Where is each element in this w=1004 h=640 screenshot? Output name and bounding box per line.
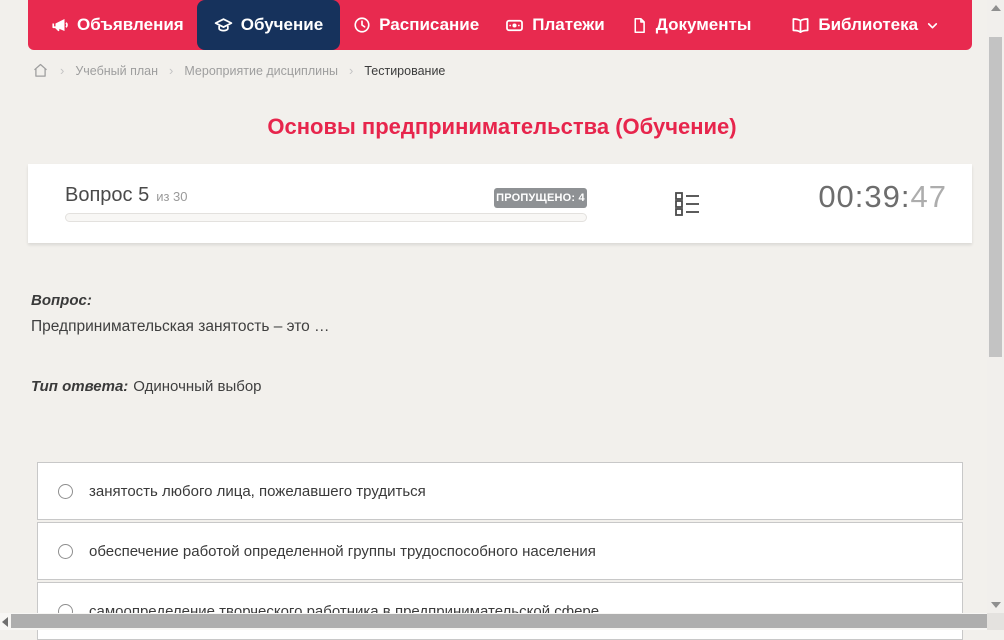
chevron-down-icon (926, 19, 939, 32)
timer: 00:39:47 (818, 179, 947, 215)
breadcrumb-testing: Тестирование (364, 63, 446, 78)
question-header-card: Вопрос 5 из 30 ПРОПУЩЕНО: 4 00:39:47 (28, 164, 972, 243)
document-icon (631, 17, 648, 34)
breadcrumb-discipline-event[interactable]: Мероприятие дисциплины (184, 64, 338, 78)
nav-item-label: Обучение (240, 15, 324, 34)
answer-option-label: обеспечение работой определенной группы … (89, 542, 596, 560)
banknote-icon (505, 16, 524, 35)
answer-option-3[interactable]: самоопределение творческого работника в … (37, 582, 963, 640)
scroll-up-arrow-icon[interactable] (991, 5, 1001, 11)
nav-item-schedule[interactable]: Расписание (340, 0, 492, 50)
nav-item-payments[interactable]: Платежи (492, 0, 618, 50)
horizontal-scrollbar-thumb[interactable] (11, 614, 987, 628)
book-icon (791, 16, 810, 35)
question-text: Предпринимательская занятость – это … (31, 318, 330, 335)
answer-option-label: занятость любого лица, пожелавшего труди… (89, 482, 426, 500)
question-number-label: Вопрос 5 (65, 184, 150, 206)
nav-item-label: Библиотека (818, 15, 919, 34)
scrollbar-corner (987, 613, 1004, 630)
main-nav: Объявления Обучение Расписание Платежи Д… (28, 0, 972, 50)
answer-option-2[interactable]: обеспечение работой определенной группы … (37, 522, 963, 580)
answer-type-row: Тип ответа: Одиночный выбор (31, 378, 262, 395)
nav-item-label: Расписание (379, 15, 480, 34)
radio-icon[interactable] (58, 543, 73, 559)
timer-seconds: 47 (910, 179, 947, 214)
nav-item-documents[interactable]: Документы (618, 0, 765, 50)
nav-item-label: Документы (655, 15, 752, 34)
nav-item-label: Платежи (532, 15, 605, 34)
breadcrumb-curriculum[interactable]: Учебный план (75, 64, 158, 78)
answer-type-value: Одиночный выбор (133, 378, 262, 395)
answer-type-label: Тип ответа: (31, 378, 129, 395)
scroll-down-arrow-icon[interactable] (991, 602, 1001, 608)
home-icon[interactable] (32, 62, 49, 79)
radio-icon[interactable] (58, 483, 73, 499)
timer-main: 00:39: (818, 179, 911, 214)
breadcrumb-separator-icon: › (169, 63, 174, 78)
megaphone-icon (51, 16, 69, 34)
question-progress-bar (65, 213, 587, 222)
skipped-badge: ПРОПУЩЕНО: 4 (494, 188, 587, 208)
clock-icon (353, 16, 371, 34)
graduation-cap-icon (214, 16, 233, 35)
nav-item-learning[interactable]: Обучение (196, 0, 341, 50)
breadcrumb: › Учебный план › Мероприятие дисциплины … (32, 62, 445, 79)
page-title: Основы предпринимательства (Обучение) (267, 114, 737, 139)
question-heading: Вопрос: (31, 292, 92, 309)
nav-item-label: Объявления (77, 15, 184, 34)
nav-item-library[interactable]: Библиотека (778, 0, 952, 50)
scroll-left-arrow-icon[interactable] (2, 617, 8, 627)
nav-item-announcements[interactable]: Объявления (38, 0, 197, 50)
vertical-scrollbar[interactable] (987, 0, 1004, 613)
breadcrumb-separator-icon: › (60, 63, 65, 78)
answer-option-1[interactable]: занятость любого лица, пожелавшего труди… (37, 462, 963, 520)
question-number: Вопрос 5 из 30 (65, 184, 188, 207)
horizontal-scrollbar[interactable] (0, 613, 1004, 630)
question-of-total: из 30 (156, 189, 188, 204)
question-list-icon[interactable] (674, 190, 701, 222)
breadcrumb-separator-icon: › (349, 63, 354, 78)
vertical-scrollbar-thumb[interactable] (989, 37, 1002, 357)
